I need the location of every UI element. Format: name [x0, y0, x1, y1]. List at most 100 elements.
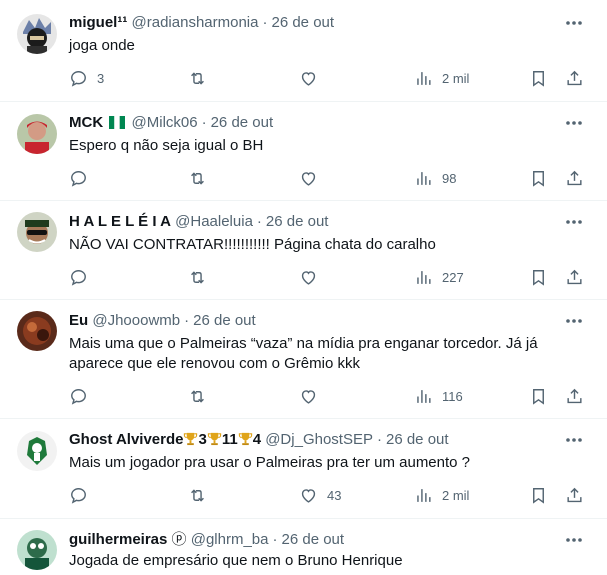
share-icon [567, 170, 582, 185]
retweet-button[interactable] [188, 384, 216, 408]
display-name[interactable]: miguel¹¹ [69, 14, 127, 31]
more-icon[interactable] [563, 212, 585, 232]
more-icon[interactable] [563, 13, 585, 33]
retweet-button[interactable] [188, 66, 216, 90]
retweet-button[interactable] [188, 265, 216, 289]
share-button[interactable] [565, 483, 584, 507]
bookmark-button[interactable] [529, 483, 548, 507]
action-bar: 227 [0, 265, 607, 289]
retweet-button[interactable] [188, 166, 216, 190]
reply-button[interactable] [69, 483, 97, 507]
display-name[interactable]: MCK [69, 114, 103, 131]
user-handle[interactable]: @Dj_GhostSEP [265, 431, 373, 448]
tweet-header: H A L E L É I A @Haaleluia · 26 de out [69, 212, 328, 232]
like-icon [301, 71, 316, 86]
display-name[interactable]: guilhermeiras [69, 531, 167, 548]
nigeria-flag-icon [109, 116, 126, 129]
share-icon [567, 269, 582, 284]
views-button[interactable]: 98 [414, 166, 456, 190]
avatar[interactable] [17, 212, 57, 252]
like-button[interactable]: 43 [299, 483, 341, 507]
user-handle[interactable]: @Jhooowmb [92, 312, 180, 329]
share-icon [567, 487, 582, 502]
tweet[interactable]: Eu @Jhooowmb · 26 de out Mais uma que o Pa… [0, 300, 607, 418]
views-button[interactable]: 116 [414, 384, 463, 408]
trophy-count: 3 [198, 431, 207, 448]
more-icon[interactable] [563, 430, 585, 450]
share-button[interactable] [565, 265, 584, 289]
bookmark-icon [533, 487, 544, 504]
reply-icon [71, 170, 86, 187]
share-button[interactable] [565, 384, 584, 408]
avatar[interactable] [17, 114, 57, 154]
tweet-header: Eu @Jhooowmb · 26 de out [69, 311, 256, 331]
user-handle[interactable]: @Milck06 [132, 114, 198, 131]
tweet-date[interactable]: 26 de out [271, 14, 334, 31]
tweet-text: NÃO VAI CONTRATAR!!!!!!!!!!! Página chat… [69, 236, 436, 253]
trophy-count: 4 [252, 431, 262, 448]
separator-dot: · [376, 431, 382, 448]
more-icon[interactable] [563, 113, 585, 133]
like-icon [301, 171, 316, 186]
user-handle[interactable]: @radiansharmonia [132, 14, 259, 31]
avatar[interactable] [17, 431, 57, 471]
user-handle[interactable]: @glhrm_ba [191, 531, 269, 548]
like-count: 43 [327, 487, 342, 503]
tweet-date[interactable]: 26 de out [282, 531, 345, 548]
share-button[interactable] [565, 66, 584, 90]
avatar[interactable] [17, 530, 57, 570]
more-icon[interactable] [563, 530, 585, 550]
user-handle[interactable]: @Haaleluia [175, 213, 253, 230]
like-button[interactable] [299, 166, 327, 190]
reply-button[interactable] [69, 265, 97, 289]
tweet[interactable]: MCK @Milck06 · 26 de out Espero q não seja… [0, 102, 607, 200]
tweet-date[interactable]: 26 de out [211, 114, 274, 131]
tweet[interactable]: guilhermeiras ⓟ @glhrm_ba · 26 de out Joga… [0, 519, 607, 575]
tweet[interactable]: H A L E L É I A @Haaleluia · 26 de out NÃO… [0, 201, 607, 299]
views-button[interactable]: 227 [414, 265, 464, 289]
trophy-icon [207, 432, 221, 446]
separator-dot: · [256, 213, 262, 230]
reply-button[interactable]: 3 [69, 66, 104, 90]
tweet-header: miguel¹¹ @radiansharmonia · 26 de out [69, 13, 334, 33]
like-button[interactable] [299, 66, 327, 90]
views-icon [417, 488, 431, 502]
bookmark-button[interactable] [529, 166, 548, 190]
bookmark-icon [533, 388, 544, 405]
retweet-icon [191, 171, 204, 185]
tweet-text: Jogada de empresário que nem o Bruno Hen… [69, 552, 403, 569]
more-icon[interactable] [563, 311, 585, 331]
bookmark-button[interactable] [529, 265, 548, 289]
avatar[interactable] [17, 311, 57, 351]
views-button[interactable]: 2 mil [414, 66, 469, 90]
action-bar: 3 2 mil [0, 66, 607, 90]
p-circle-icon: ⓟ [171, 531, 187, 548]
reply-icon [71, 269, 86, 286]
bookmark-button[interactable] [529, 384, 548, 408]
reply-count: 3 [97, 70, 105, 86]
tweet[interactable]: miguel¹¹ @radiansharmonia · 26 de out joga… [0, 0, 607, 101]
tweet[interactable]: Ghost Alviverde 3 11 4 @Dj_GhostSEP · 26 de o… [0, 419, 607, 518]
view-count: 2 mil [442, 70, 470, 86]
views-icon [417, 389, 431, 403]
display-name[interactable]: Ghost Alviverde 3 11 4 [69, 431, 261, 448]
bookmark-button[interactable] [529, 66, 548, 90]
like-button[interactable] [299, 384, 327, 408]
like-button[interactable] [299, 265, 327, 289]
display-name[interactable]: Eu [69, 312, 88, 329]
separator-dot: · [272, 531, 278, 548]
tweet-date[interactable]: 26 de out [386, 431, 449, 448]
reply-button[interactable] [69, 166, 97, 190]
retweet-button[interactable] [188, 483, 216, 507]
display-name[interactable]: H A L E L É I A [69, 213, 171, 230]
tweet-date[interactable]: 26 de out [193, 312, 256, 329]
view-count: 98 [442, 170, 457, 186]
share-button[interactable] [565, 166, 584, 190]
share-icon [567, 70, 582, 85]
action-bar: 43 2 mil [0, 483, 607, 507]
avatar[interactable] [17, 14, 57, 54]
tweet-date[interactable]: 26 de out [266, 213, 329, 230]
views-button[interactable]: 2 mil [414, 483, 469, 507]
retweet-icon [191, 71, 204, 85]
reply-button[interactable] [69, 384, 97, 408]
